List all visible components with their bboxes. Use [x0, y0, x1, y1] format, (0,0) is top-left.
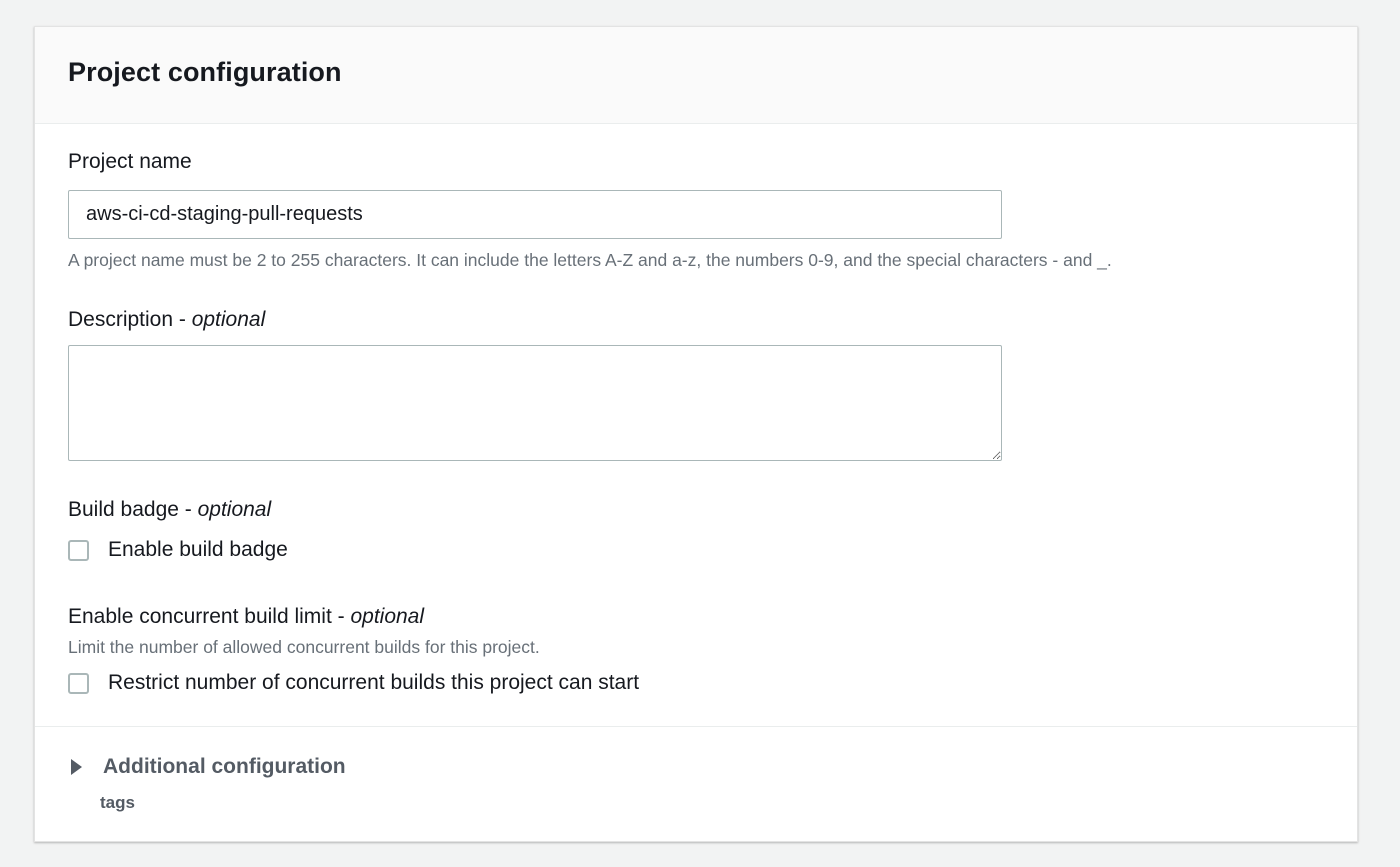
- project-name-hint: A project name must be 2 to 255 characte…: [68, 250, 1112, 270]
- project-name-label: Project name: [68, 150, 192, 173]
- panel-body: Project name A project name must be 2 to…: [35, 124, 1357, 727]
- concurrent-limit-checkbox-label[interactable]: Restrict number of concurrent builds thi…: [108, 671, 639, 695]
- concurrent-limit-hint: Limit the number of allowed concurrent b…: [68, 637, 540, 657]
- project-configuration-panel: Project configuration Project name A pro…: [34, 26, 1358, 842]
- panel-header: Project configuration: [35, 27, 1357, 124]
- concurrent-limit-optional: optional: [350, 605, 425, 628]
- build-badge-optional: optional: [197, 498, 272, 521]
- additional-configuration-subtitle: tags: [100, 793, 135, 812]
- concurrent-limit-label-text: Enable concurrent build limit -: [68, 605, 351, 628]
- build-badge-checkbox-label[interactable]: Enable build badge: [108, 538, 288, 562]
- description-label: Description - optional: [68, 308, 265, 332]
- additional-configuration-title[interactable]: Additional configuration: [103, 755, 346, 779]
- concurrent-limit-label: Enable concurrent build limit - optional: [68, 605, 424, 629]
- build-badge-label: Build badge - optional: [68, 498, 271, 522]
- caret-right-icon[interactable]: [71, 759, 82, 775]
- description-optional: optional: [191, 308, 266, 331]
- concurrent-limit-checkbox-row[interactable]: Restrict number of concurrent builds thi…: [68, 671, 639, 695]
- panel-title: Project configuration: [68, 57, 342, 87]
- additional-configuration-expander[interactable]: Additional configuration: [68, 755, 346, 779]
- concurrent-limit-checkbox[interactable]: [68, 672, 89, 694]
- project-name-input[interactable]: [68, 190, 1002, 239]
- build-badge-checkbox[interactable]: [68, 539, 89, 561]
- build-badge-label-text: Build badge -: [68, 498, 198, 521]
- description-label-text: Description -: [68, 308, 192, 331]
- build-badge-checkbox-row[interactable]: Enable build badge: [68, 538, 288, 562]
- description-textarea[interactable]: [68, 345, 1002, 461]
- panel-footer: Additional configuration tags: [35, 727, 1357, 841]
